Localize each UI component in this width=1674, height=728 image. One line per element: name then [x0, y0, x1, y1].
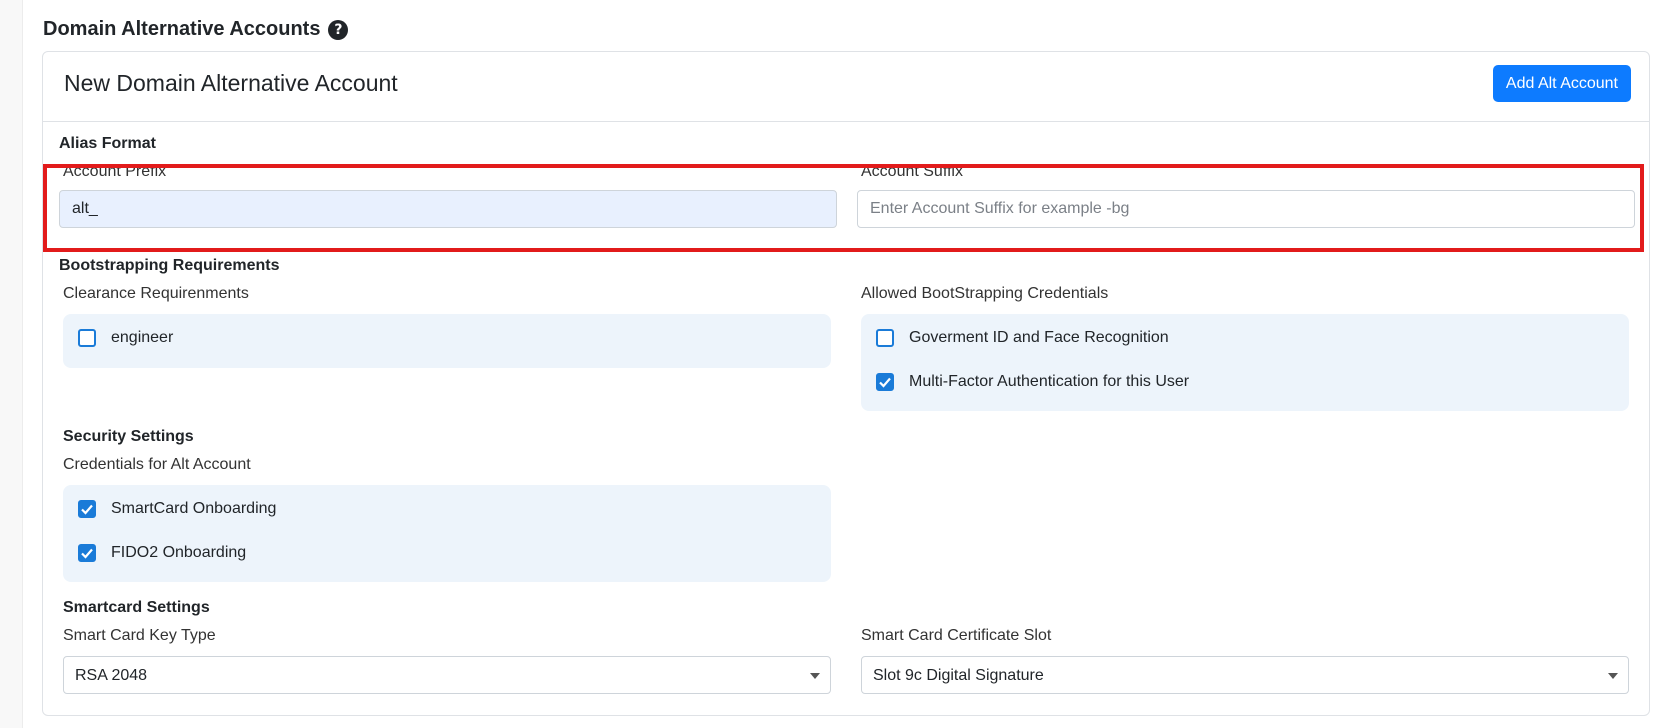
cert-slot-select[interactable]: Slot 9c Digital Signature	[861, 656, 1629, 694]
card-header: New Domain Alternative Account Add Alt A…	[43, 52, 1649, 122]
section-heading: Domain Alternative Accounts ?	[43, 18, 349, 41]
account-prefix-label: Account Prefix	[63, 163, 167, 180]
cert-slot-label: Smart Card Certificate Slot	[861, 627, 1052, 644]
security-settings-heading: Security Settings	[63, 428, 194, 445]
account-prefix-input[interactable]	[59, 190, 837, 228]
security-option-fido2[interactable]: FIDO2 Onboarding	[78, 544, 246, 562]
checkbox-label: Multi-Factor Authentication for this Use…	[909, 373, 1190, 390]
credential-option-mfa[interactable]: Multi-Factor Authentication for this Use…	[876, 373, 1189, 391]
alt-account-card: New Domain Alternative Account Add Alt A…	[42, 51, 1650, 716]
chevron-down-icon	[810, 673, 820, 679]
clearance-option-engineer[interactable]: engineer	[78, 329, 173, 347]
checkbox-label: FIDO2 Onboarding	[111, 544, 247, 561]
add-alt-account-button[interactable]: Add Alt Account	[1492, 65, 1631, 102]
alt-credentials-panel: SmartCard Onboarding FIDO2 Onboarding	[63, 485, 831, 582]
account-suffix-input[interactable]	[857, 190, 1635, 228]
question-circle-icon[interactable]: ?	[328, 19, 349, 40]
checkmark-icon	[81, 504, 93, 515]
checkbox-unchecked[interactable]	[78, 329, 96, 347]
allowed-credentials-panel: Goverment ID and Face Recognition Multi-…	[861, 314, 1629, 411]
key-type-selected: RSA 2048	[75, 667, 148, 684]
alias-format-heading: Alias Format	[59, 135, 156, 152]
chevron-down-icon	[1608, 673, 1618, 679]
checkbox-unchecked[interactable]	[876, 329, 894, 347]
bootstrapping-heading: Bootstrapping Requirements	[59, 257, 280, 274]
section-title: Domain Alternative Accounts	[43, 18, 321, 40]
checkmark-icon	[81, 548, 93, 559]
smartcard-settings-heading: Smartcard Settings	[63, 599, 210, 616]
checkbox-label: SmartCard Onboarding	[111, 500, 277, 517]
credential-option-gov-id[interactable]: Goverment ID and Face Recognition	[876, 329, 1169, 347]
clearance-label: Clearance Requirenments	[63, 285, 249, 302]
checkbox-checked[interactable]	[876, 373, 894, 391]
alt-credentials-label: Credentials for Alt Account	[63, 456, 251, 473]
checkmark-icon	[879, 377, 891, 388]
checkbox-label: Goverment ID and Face Recognition	[909, 329, 1169, 346]
checkbox-label: engineer	[111, 329, 174, 346]
key-type-label: Smart Card Key Type	[63, 627, 216, 644]
account-suffix-label: Account Suffix	[861, 163, 963, 180]
checkbox-checked[interactable]	[78, 500, 96, 518]
key-type-select[interactable]: RSA 2048	[63, 656, 831, 694]
card-title: New Domain Alternative Account	[64, 70, 398, 96]
clearance-panel: engineer	[63, 314, 831, 368]
cert-slot-selected: Slot 9c Digital Signature	[873, 667, 1044, 684]
allowed-credentials-label: Allowed BootStrapping Credentials	[861, 285, 1109, 302]
security-option-smartcard[interactable]: SmartCard Onboarding	[78, 500, 276, 518]
checkbox-checked[interactable]	[78, 544, 96, 562]
